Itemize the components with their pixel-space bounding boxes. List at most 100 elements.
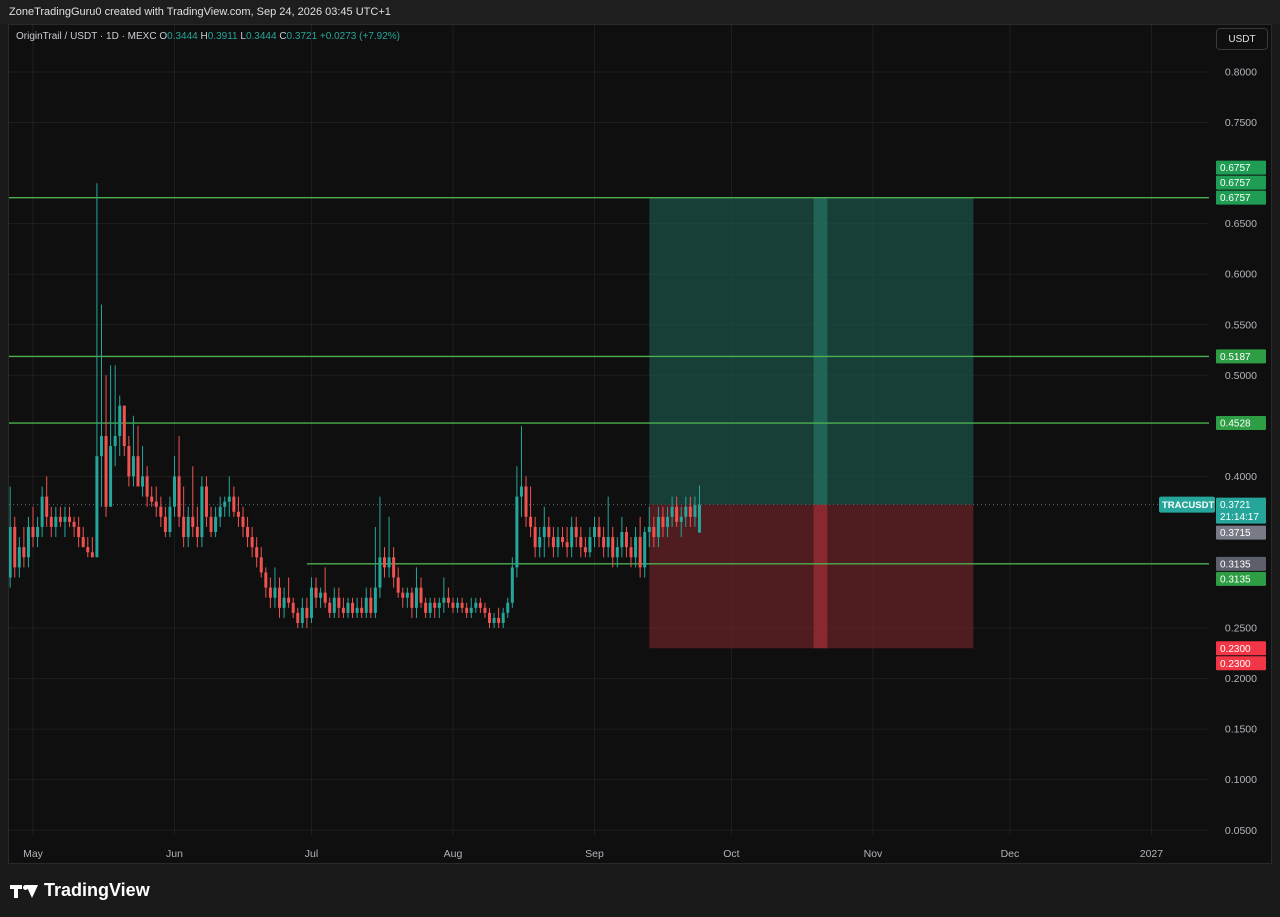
candle-body: [602, 537, 606, 548]
candle-body: [492, 617, 496, 623]
x-tick-label: Sep: [585, 848, 604, 860]
candle-body: [58, 516, 62, 522]
candle-body: [697, 504, 701, 533]
candle-body: [519, 486, 523, 497]
candle-body: [451, 602, 455, 608]
candle-body: [488, 612, 491, 623]
candle-body: [351, 602, 355, 613]
y-tick-label: 0.4000: [1225, 471, 1257, 483]
candle-body: [154, 501, 158, 507]
candle-body: [446, 597, 450, 603]
candle-body: [305, 607, 309, 618]
candle-body: [501, 612, 505, 623]
candle-body: [45, 496, 49, 517]
candle-body: [63, 516, 67, 522]
candle-body: [113, 435, 117, 447]
candle-body: [373, 587, 377, 613]
candle-body: [611, 537, 615, 558]
candle-body: [122, 405, 126, 447]
candle-body: [95, 456, 99, 558]
candle-body: [300, 607, 304, 623]
candle-body: [620, 532, 624, 548]
candle-body: [323, 592, 327, 603]
candle-body: [410, 592, 414, 608]
candle-body: [341, 607, 345, 613]
candle-body: [145, 476, 149, 497]
last-price-tag: 0.3721: [1220, 500, 1251, 511]
symbol-legend[interactable]: OriginTrail / USDT · 1D · MEXC O0.3444 H…: [16, 31, 400, 42]
candle-body: [104, 435, 108, 507]
x-tick-label: Oct: [723, 848, 739, 860]
candle-body: [49, 516, 53, 527]
candle-body: [583, 547, 587, 553]
x-tick-label: Dec: [1001, 848, 1020, 860]
chart-frame[interactable]: 0.8000 0.7500 0.6500 0.6000 0.5500 0.5000 0.40…: [8, 24, 1272, 864]
candle-body: [647, 526, 651, 533]
profit-highlight: [813, 197, 828, 505]
candlestick-chart[interactable]: 0.8000 0.7500 0.6500 0.6000 0.5500 0.5000 0.40…: [9, 25, 1271, 863]
candle-body: [159, 506, 163, 517]
candle-body: [236, 511, 240, 517]
candle-body: [556, 537, 560, 548]
candle-body: [223, 501, 227, 507]
candle-body: [204, 486, 208, 517]
close-value: 0.3721: [286, 31, 318, 42]
candle-body: [579, 537, 583, 548]
candle-body: [442, 597, 446, 603]
candle-body: [31, 526, 35, 538]
candle-body: [542, 526, 546, 538]
y-tick-label: 0.5500: [1225, 319, 1257, 331]
candle-body: [68, 516, 72, 522]
candle-body: [200, 486, 204, 538]
candle-body: [13, 526, 17, 568]
candle-body: [268, 587, 272, 598]
candle-body: [497, 617, 501, 623]
candle-body: [296, 612, 300, 623]
candle-body: [291, 602, 295, 613]
candle-body: [273, 587, 277, 598]
candle-body: [693, 505, 697, 517]
candle-body: [109, 446, 113, 507]
candle-body: [163, 516, 167, 533]
candle-body: [337, 597, 341, 608]
candle-body: [456, 602, 460, 608]
attribution-bar: ZoneTradingGuru0 created with TradingVie…: [0, 0, 1280, 24]
candle-body: [424, 602, 428, 613]
loss-zone: [649, 504, 974, 649]
x-tick-label: 2027: [1140, 848, 1164, 860]
candle-body: [419, 587, 423, 603]
target-tag: 0.6757: [1220, 178, 1251, 189]
currency-button[interactable]: USDT: [1216, 28, 1268, 50]
candle-body: [551, 537, 555, 548]
support-tag: 0.3135: [1220, 559, 1251, 570]
candle-body: [656, 516, 660, 538]
candle-body: [405, 592, 409, 598]
candle-body: [592, 526, 596, 538]
footer: [0, 864, 1280, 917]
candle-body: [465, 607, 469, 613]
high-key: H: [200, 31, 208, 42]
support-tag: 0.3135: [1220, 574, 1251, 585]
candle-body: [241, 516, 245, 527]
candle-body: [675, 506, 679, 522]
candle-body: [86, 547, 90, 553]
candle-body: [250, 537, 254, 548]
candle-body: [168, 506, 172, 533]
y-tick-label: 0.2500: [1225, 623, 1257, 635]
candle-body: [214, 516, 218, 533]
candle-body: [688, 506, 692, 517]
loss-highlight: [813, 504, 828, 649]
candle-body: [186, 516, 190, 538]
profit-zone: [649, 197, 974, 505]
candle-body: [433, 602, 437, 608]
candle-body: [565, 542, 569, 548]
candle-body: [428, 602, 432, 613]
y-tick-label: 0.0500: [1225, 825, 1257, 837]
candle-body: [364, 597, 368, 613]
symbol-title[interactable]: OriginTrail / USDT · 1D · MEXC: [16, 31, 157, 42]
open-value: 0.3444: [167, 31, 198, 42]
candle-body: [624, 532, 628, 548]
close-key: C: [279, 31, 287, 42]
tradingview-logo[interactable]: TradingView: [10, 880, 150, 901]
candle-body: [547, 526, 551, 538]
